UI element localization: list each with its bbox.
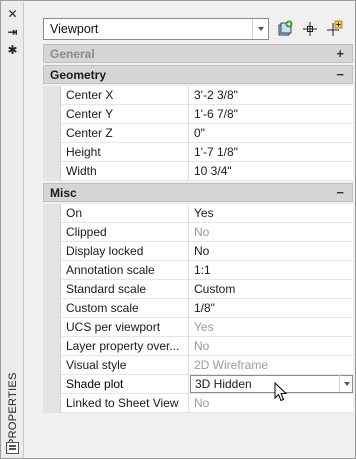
property-row-on[interactable]: On Yes — [43, 204, 353, 223]
geometry-properties: Center X 3'-2 3/8" Center Y 1'-6 7/8" Ce… — [43, 86, 353, 181]
property-value: No — [189, 223, 353, 242]
property-row-center-x[interactable]: Center X 3'-2 3/8" — [43, 86, 353, 105]
category-general[interactable]: General + — [43, 44, 353, 63]
properties-list-icon[interactable] — [6, 442, 19, 454]
chevron-down-icon[interactable] — [252, 19, 268, 39]
quick-select-icon[interactable] — [275, 19, 295, 39]
property-name: Visual style — [61, 356, 189, 375]
property-name: Width — [61, 162, 189, 181]
category-label: Geometry — [50, 67, 107, 82]
property-value[interactable]: Yes — [189, 204, 353, 223]
property-name: Center Z — [61, 124, 189, 143]
property-name: Clipped — [61, 223, 189, 242]
property-value: No — [189, 337, 353, 356]
palette-title: PROPERTIES — [7, 372, 19, 446]
property-row-width[interactable]: Width 10 3/4" — [43, 162, 353, 181]
property-name: Linked to Sheet View — [61, 394, 189, 413]
shade-plot-value: 3D Hidden — [195, 377, 252, 391]
property-value: No — [189, 394, 353, 413]
property-row-clipped[interactable]: Clipped No — [43, 223, 353, 242]
palette-title-bar: ✕ ⇥ ✱ PROPERTIES — [2, 2, 24, 458]
object-type-dropdown[interactable]: Viewport — [43, 18, 269, 40]
property-value[interactable]: 1'-7 1/8" — [189, 143, 353, 162]
settings-icon[interactable]: ✱ — [5, 42, 20, 57]
collapse-icon[interactable]: − — [336, 185, 344, 200]
property-name: Custom scale — [61, 299, 189, 318]
property-name: Layer property over... — [61, 337, 189, 356]
property-value: 2D Wireframe — [189, 356, 353, 375]
property-row-custom-scale[interactable]: Custom scale 1/8" — [43, 299, 353, 318]
select-objects-icon[interactable] — [300, 19, 320, 39]
category-label: General — [50, 46, 95, 61]
property-name: On — [61, 204, 189, 223]
property-value[interactable]: 10 3/4" — [189, 162, 353, 181]
property-row-visual-style[interactable]: Visual style 2D Wireframe — [43, 356, 353, 375]
property-value[interactable]: 0" — [189, 124, 353, 143]
property-name: Height — [61, 143, 189, 162]
property-row-ucs-per-viewport[interactable]: UCS per viewport Yes — [43, 318, 353, 337]
property-name: Annotation scale — [61, 261, 189, 280]
property-name: Display locked — [61, 242, 189, 261]
expand-icon[interactable]: + — [336, 46, 344, 61]
property-row-annotation-scale[interactable]: Annotation scale 1:1 — [43, 261, 353, 280]
properties-palette: ✕ ⇥ ✱ PROPERTIES Viewport General + Geom… — [0, 0, 356, 459]
close-icon[interactable]: ✕ — [5, 6, 20, 21]
property-value[interactable]: 1/8" — [189, 299, 353, 318]
shade-plot-dropdown[interactable]: 3D Hidden — [189, 375, 353, 394]
property-row-center-y[interactable]: Center Y 1'-6 7/8" — [43, 105, 353, 124]
property-value: Yes — [189, 318, 353, 337]
property-name: Standard scale — [61, 280, 189, 299]
property-value[interactable]: No — [189, 242, 353, 261]
property-name: UCS per viewport — [61, 318, 189, 337]
palette-content: Viewport General + Geometry − Center X 3… — [25, 2, 355, 458]
category-misc[interactable]: Misc − — [43, 183, 353, 202]
category-label: Misc — [50, 185, 77, 200]
chevron-down-icon[interactable] — [339, 375, 353, 392]
property-row-height[interactable]: Height 1'-7 1/8" — [43, 143, 353, 162]
collapse-icon[interactable]: − — [336, 67, 344, 82]
property-row-standard-scale[interactable]: Standard scale Custom — [43, 280, 353, 299]
category-geometry[interactable]: Geometry − — [43, 65, 353, 84]
property-grid: General + Geometry − Center X 3'-2 3/8" … — [43, 44, 353, 415]
property-name: Shade plot — [61, 375, 189, 394]
property-value[interactable]: Custom — [189, 280, 353, 299]
autohide-icon[interactable]: ⇥ — [5, 24, 20, 39]
toggle-pickadd-icon[interactable] — [324, 19, 344, 39]
property-value[interactable]: 3'-2 3/8" — [189, 86, 353, 105]
property-row-shade-plot[interactable]: Shade plot 3D Hidden — [43, 375, 353, 394]
property-name: Center Y — [61, 105, 189, 124]
property-value[interactable]: 1'-6 7/8" — [189, 105, 353, 124]
misc-properties: On Yes Clipped No Display locked No Anno… — [43, 204, 353, 413]
property-row-center-z[interactable]: Center Z 0" — [43, 124, 353, 143]
object-type-value: Viewport — [50, 22, 99, 36]
property-row-layer-property-overrides[interactable]: Layer property over... No — [43, 337, 353, 356]
property-name: Center X — [61, 86, 189, 105]
property-row-display-locked[interactable]: Display locked No — [43, 242, 353, 261]
property-row-linked-to-sheet-view[interactable]: Linked to Sheet View No — [43, 394, 353, 413]
property-value[interactable]: 1:1 — [189, 261, 353, 280]
